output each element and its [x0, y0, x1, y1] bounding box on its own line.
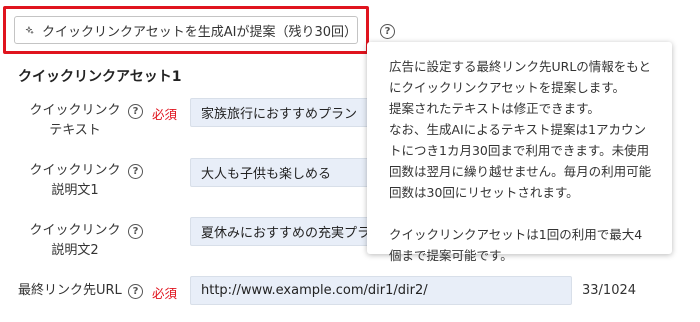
desc2-label-line1: クイックリンク: [29, 223, 121, 238]
help-circle-icon[interactable]: ?: [128, 164, 143, 179]
desc1-label-line2: 説明文1: [51, 183, 99, 198]
help-circle-icon[interactable]: ?: [128, 104, 143, 119]
char-counter: 33/1024: [582, 283, 637, 298]
required-badge: 必須: [152, 286, 178, 301]
desc2-label: クイックリンク 説明文2: [22, 221, 128, 261]
help-circle-icon[interactable]: ?: [128, 284, 143, 299]
link-text-label-line1: クイックリンク: [29, 103, 121, 118]
sparkle-icon: [25, 26, 34, 34]
desc1-label: クイックリンク 説明文1: [22, 161, 128, 201]
section-title: クイックリンクアセット1: [18, 69, 182, 85]
link-text-input[interactable]: 家族旅行におすすめプラン: [190, 98, 370, 127]
desc2-label-line2: 説明文2: [51, 243, 99, 258]
help-circle-icon[interactable]: ?: [380, 24, 395, 39]
help-circle-icon[interactable]: ?: [128, 224, 143, 239]
desc1-label-line1: クイックリンク: [29, 163, 121, 178]
tooltip-para4: クイックリンクアセットは1回の利用で最大4個まで提案可能です。: [389, 227, 643, 263]
help-tooltip: 広告に設定する最終リンク先URLの情報をもとにクイックリンクアセットを提案します…: [367, 42, 672, 263]
required-badge: 必須: [152, 107, 178, 122]
ai-suggest-button[interactable]: クイックリンクアセットを生成AIが提案（残り30回）: [14, 16, 358, 44]
quicklink-asset-form: クイックリンクアセットを生成AIが提案（残り30回） ? クイックリンクアセット…: [0, 0, 700, 322]
desc1-input[interactable]: 大人も子供も楽しめる: [190, 158, 370, 187]
link-text-label-line2: テキスト: [49, 123, 101, 138]
tooltip-para2: 提案されたテキストは修正できます。: [389, 101, 600, 116]
link-text-label: クイックリンク テキスト: [22, 101, 128, 141]
final-url-label: 最終リンク先URL: [18, 283, 122, 298]
tooltip-para1: 広告に設定する最終リンク先URLの情報をもとにクイックリンクアセットを提案します…: [389, 59, 652, 95]
tooltip-gap: [389, 203, 652, 224]
desc2-input[interactable]: 夏休みにおすすめの充実プラン: [190, 217, 370, 246]
ai-suggest-label: クイックリンクアセットを生成AIが提案（残り30回）: [41, 24, 357, 40]
tooltip-para3: なお、生成AIによるテキスト提案は1アカウントにつき1カ月30回まで利用できます…: [389, 122, 652, 200]
final-url-input[interactable]: http://www.example.com/dir1/dir2/: [190, 276, 572, 305]
